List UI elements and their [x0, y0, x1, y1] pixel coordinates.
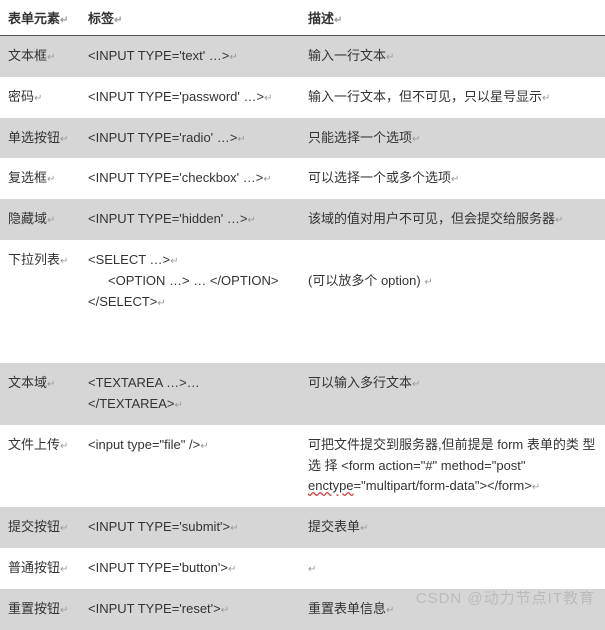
cell-tag: <INPUT TYPE='button'>↵ [80, 548, 300, 589]
cell-desc: 可以输入多行文本↵ [300, 363, 605, 425]
cell-name: 下拉列表↵ [0, 240, 80, 322]
cell-tag: <INPUT TYPE='hidden' …>↵ [80, 199, 300, 240]
cell-name: 文件上传↵ [0, 425, 80, 507]
form-elements-table: 表单元素↵ 标签↵ 描述↵ 文本框↵ <INPUT TYPE='text' …>… [0, 0, 605, 630]
cell-name: 文本域↵ [0, 363, 80, 425]
cell-tag: <SELECT …>↵ <OPTION …> … </OPTION> </SEL… [80, 240, 300, 322]
cell-desc: 输入一行文本，但不可见，只以星号显示↵ [300, 77, 605, 118]
cell-desc: 可以选择一个或多个选项↵ [300, 158, 605, 199]
cell-tag: <TEXTAREA …>…</TEXTAREA>↵ [80, 363, 300, 425]
cell-tag: <INPUT TYPE='submit'>↵ [80, 507, 300, 548]
table-row-file: 文件上传↵ <input type="file" />↵ 可把文件提交到服务器,… [0, 425, 605, 507]
cell-tag: <input type="file" />↵ [80, 425, 300, 507]
cell-name: 复选框↵ [0, 158, 80, 199]
cell-name: 普通按钮↵ [0, 548, 80, 589]
cell-tag: <INPUT TYPE='text' …>↵ [80, 36, 300, 77]
cell-desc: 重置表单信息↵ [300, 589, 605, 630]
cell-desc: (可以放多个 option) ↵ [300, 240, 605, 322]
table-row: 提交按钮↵ <INPUT TYPE='submit'>↵ 提交表单↵ [0, 507, 605, 548]
cell-name: 重置按钮↵ [0, 589, 80, 630]
cell-desc: 该域的值对用户不可见，但会提交给服务器↵ [300, 199, 605, 240]
table-row: 隐藏域↵ <INPUT TYPE='hidden' …>↵ 该域的值对用户不可见… [0, 199, 605, 240]
table-row: 复选框↵ <INPUT TYPE='checkbox' …>↵ 可以选择一个或多… [0, 158, 605, 199]
table-row: 普通按钮↵ <INPUT TYPE='button'>↵ ↵ [0, 548, 605, 589]
cell-desc: 可把文件提交到服务器,但前提是 form 表单的类 型 选 择 <form ac… [300, 425, 605, 507]
table-row: 密码↵ <INPUT TYPE='password' …>↵ 输入一行文本，但不… [0, 77, 605, 118]
cell-name: 提交按钮↵ [0, 507, 80, 548]
cell-tag: <INPUT TYPE='password' …>↵ [80, 77, 300, 118]
header-tag: 标签↵ [80, 0, 300, 36]
cell-desc: 只能选择一个选项↵ [300, 118, 605, 159]
table-row: 重置按钮↵ <INPUT TYPE='reset'>↵ 重置表单信息↵ [0, 589, 605, 630]
table-header-row: 表单元素↵ 标签↵ 描述↵ [0, 0, 605, 36]
cell-name: 单选按钮↵ [0, 118, 80, 159]
cell-tag: <INPUT TYPE='reset'>↵ [80, 589, 300, 630]
table-row: 文本域↵ <TEXTAREA …>…</TEXTAREA>↵ 可以输入多行文本↵ [0, 363, 605, 425]
table-row-select: 下拉列表↵ <SELECT …>↵ <OPTION …> … </OPTION>… [0, 240, 605, 322]
table-row: 文本框↵ <INPUT TYPE='text' …>↵ 输入一行文本↵ [0, 36, 605, 77]
table-row-spacer [0, 322, 605, 363]
cell-name: 隐藏域↵ [0, 199, 80, 240]
cell-desc: 提交表单↵ [300, 507, 605, 548]
header-desc: 描述↵ [300, 0, 605, 36]
cell-name: 密码↵ [0, 77, 80, 118]
header-element: 表单元素↵ [0, 0, 80, 36]
cell-name: 文本框↵ [0, 36, 80, 77]
cell-desc: ↵ [300, 548, 605, 589]
cell-tag: <INPUT TYPE='radio' …>↵ [80, 118, 300, 159]
cell-tag: <INPUT TYPE='checkbox' …>↵ [80, 158, 300, 199]
table-row: 单选按钮↵ <INPUT TYPE='radio' …>↵ 只能选择一个选项↵ [0, 118, 605, 159]
cell-desc: 输入一行文本↵ [300, 36, 605, 77]
